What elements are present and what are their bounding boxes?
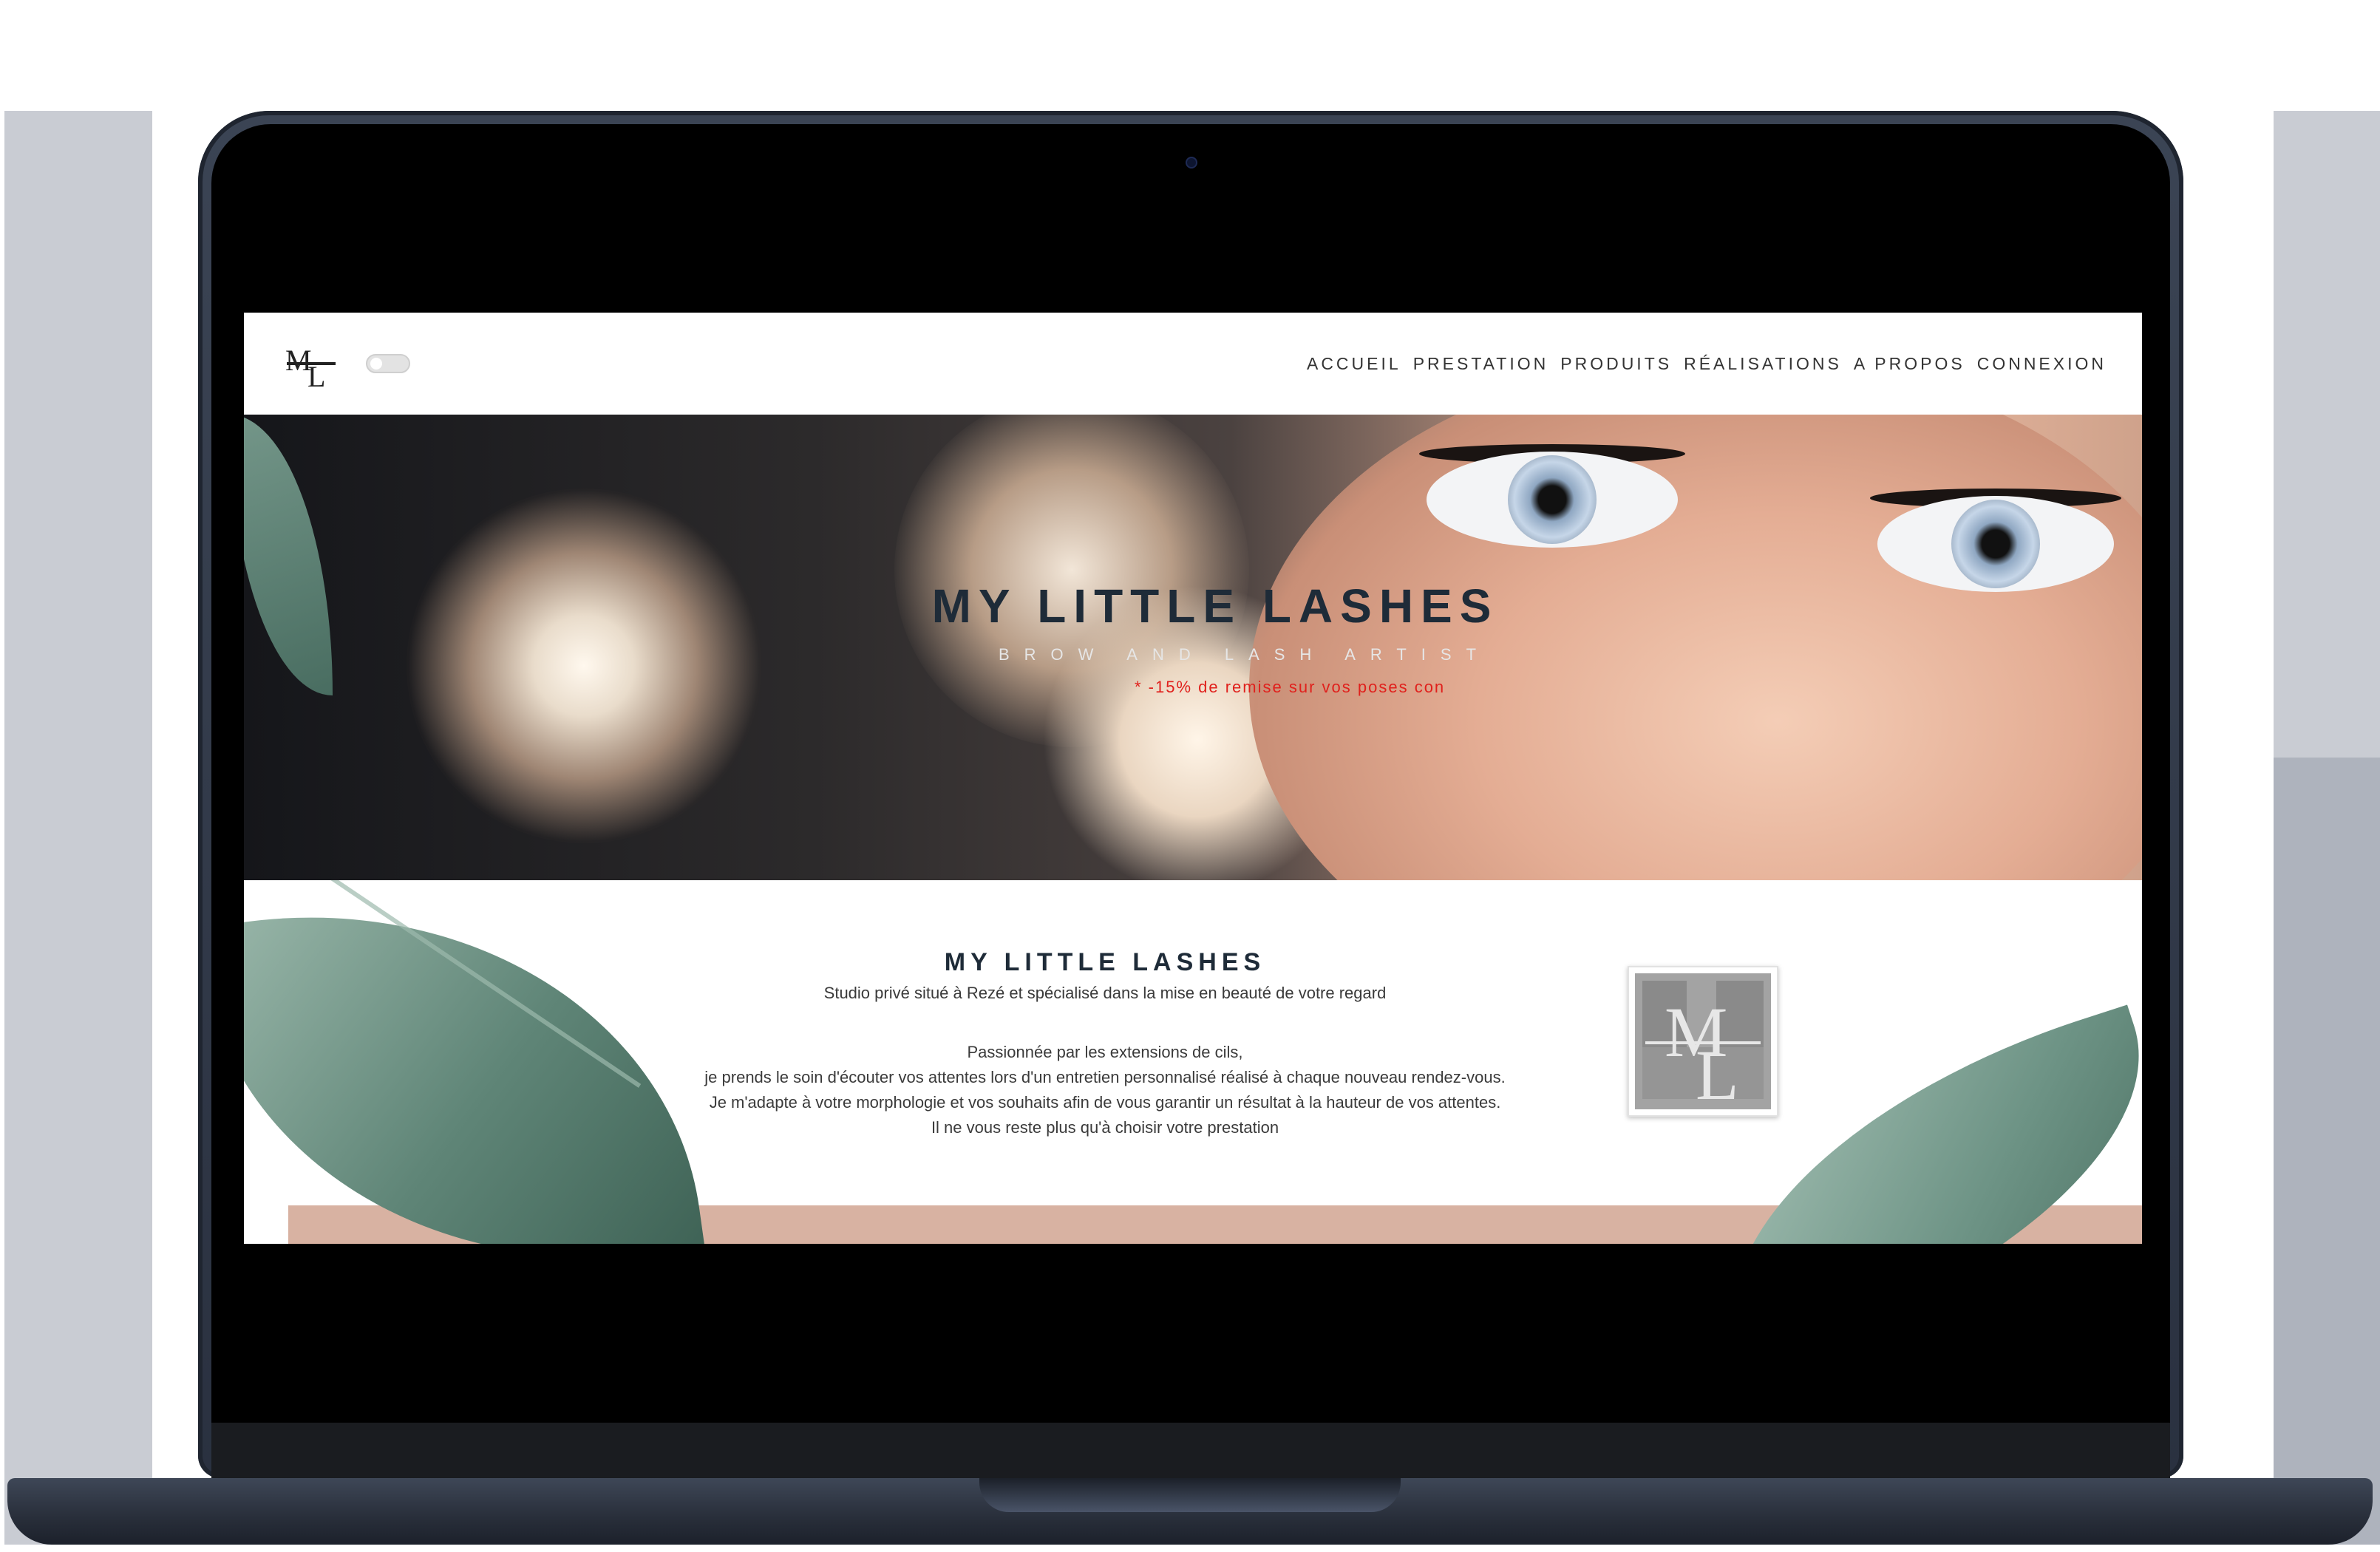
nav-a-propos[interactable]: A PROPOS	[1854, 354, 1965, 373]
hero-title: MY LITTLE LASHES	[931, 579, 1499, 633]
main-nav: ACCUEIL PRESTATION PRODUITS RÉALISATIONS…	[1307, 354, 2107, 373]
nav-produits[interactable]: PRODUITS	[1560, 354, 1672, 373]
hero-promo-text: * -15% de remise sur vos poses con	[1135, 678, 1446, 696]
intro-section: MY LITTLE LASHES Studio privé situé à Re…	[244, 880, 2142, 1244]
hero-subtitle: BROW AND LASH ARTIST	[998, 645, 1492, 664]
hero-eye	[1877, 496, 2114, 592]
nav-realisations[interactable]: RÉALISATIONS	[1684, 354, 1842, 373]
svg-text:L: L	[1696, 1035, 1739, 1109]
logo-ml-icon[interactable]: M L	[282, 338, 341, 393]
hero-banner: MY LITTLE LASHES BROW AND LASH ARTIST * …	[244, 415, 2142, 880]
theme-toggle[interactable]	[366, 354, 410, 373]
bezel-bottom-strip	[211, 1423, 2170, 1478]
nav-accueil[interactable]: ACCUEIL	[1307, 354, 1401, 373]
backdrop-left	[4, 111, 152, 1545]
toggle-knob	[370, 358, 382, 370]
nav-prestation[interactable]: PRESTATION	[1413, 354, 1549, 373]
studio-logo-image: M L	[1628, 966, 1778, 1117]
laptop-hinge	[979, 1478, 1401, 1512]
camera-icon	[1186, 157, 1197, 169]
site-header: M L ACCUEIL PRESTATION PRODUITS RÉALISAT…	[244, 313, 2142, 415]
backdrop-right-lower	[2274, 758, 2380, 1545]
intro-line: Il ne vous reste plus qu'à choisir votre…	[931, 1118, 1279, 1137]
nav-connexion[interactable]: CONNEXION	[1977, 354, 2107, 373]
hero-bokeh	[407, 489, 761, 843]
website-screen: M L ACCUEIL PRESTATION PRODUITS RÉALISAT…	[244, 313, 2142, 1244]
hero-eye	[1427, 452, 1678, 548]
